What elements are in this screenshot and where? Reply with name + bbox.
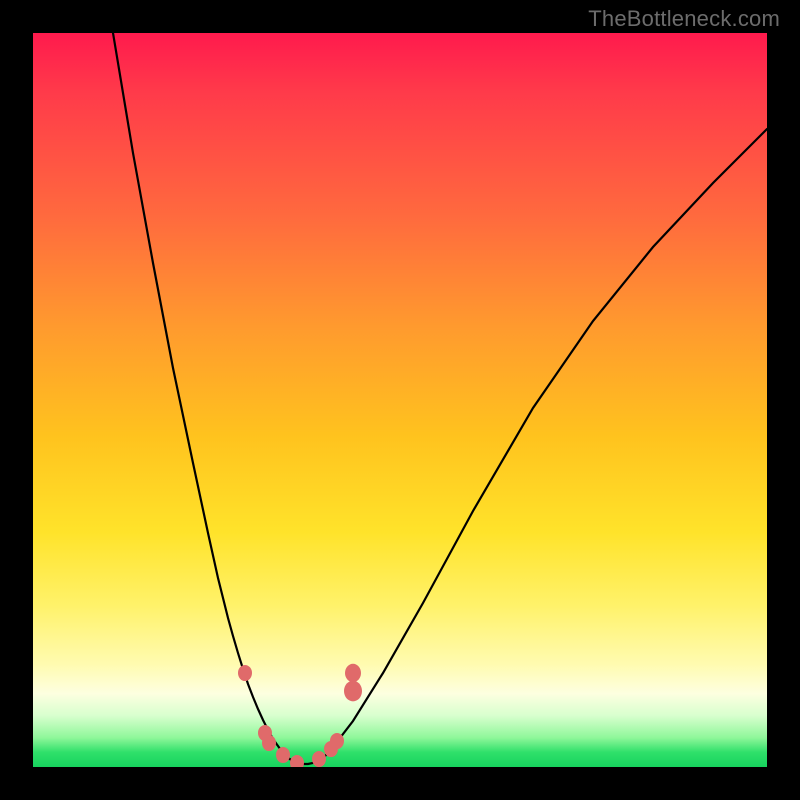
watermark-text: TheBottleneck.com [588, 6, 780, 32]
data-marker [262, 735, 276, 751]
data-markers [238, 664, 362, 767]
plot-area [33, 33, 767, 767]
data-marker [238, 665, 252, 681]
bottleneck-curve [113, 33, 767, 764]
data-marker [312, 751, 326, 767]
data-marker [290, 755, 304, 767]
data-marker [345, 664, 361, 682]
data-marker [276, 747, 290, 763]
chart-frame: TheBottleneck.com [0, 0, 800, 800]
data-marker [344, 681, 362, 702]
curve-layer [33, 33, 767, 767]
data-marker [330, 733, 344, 749]
